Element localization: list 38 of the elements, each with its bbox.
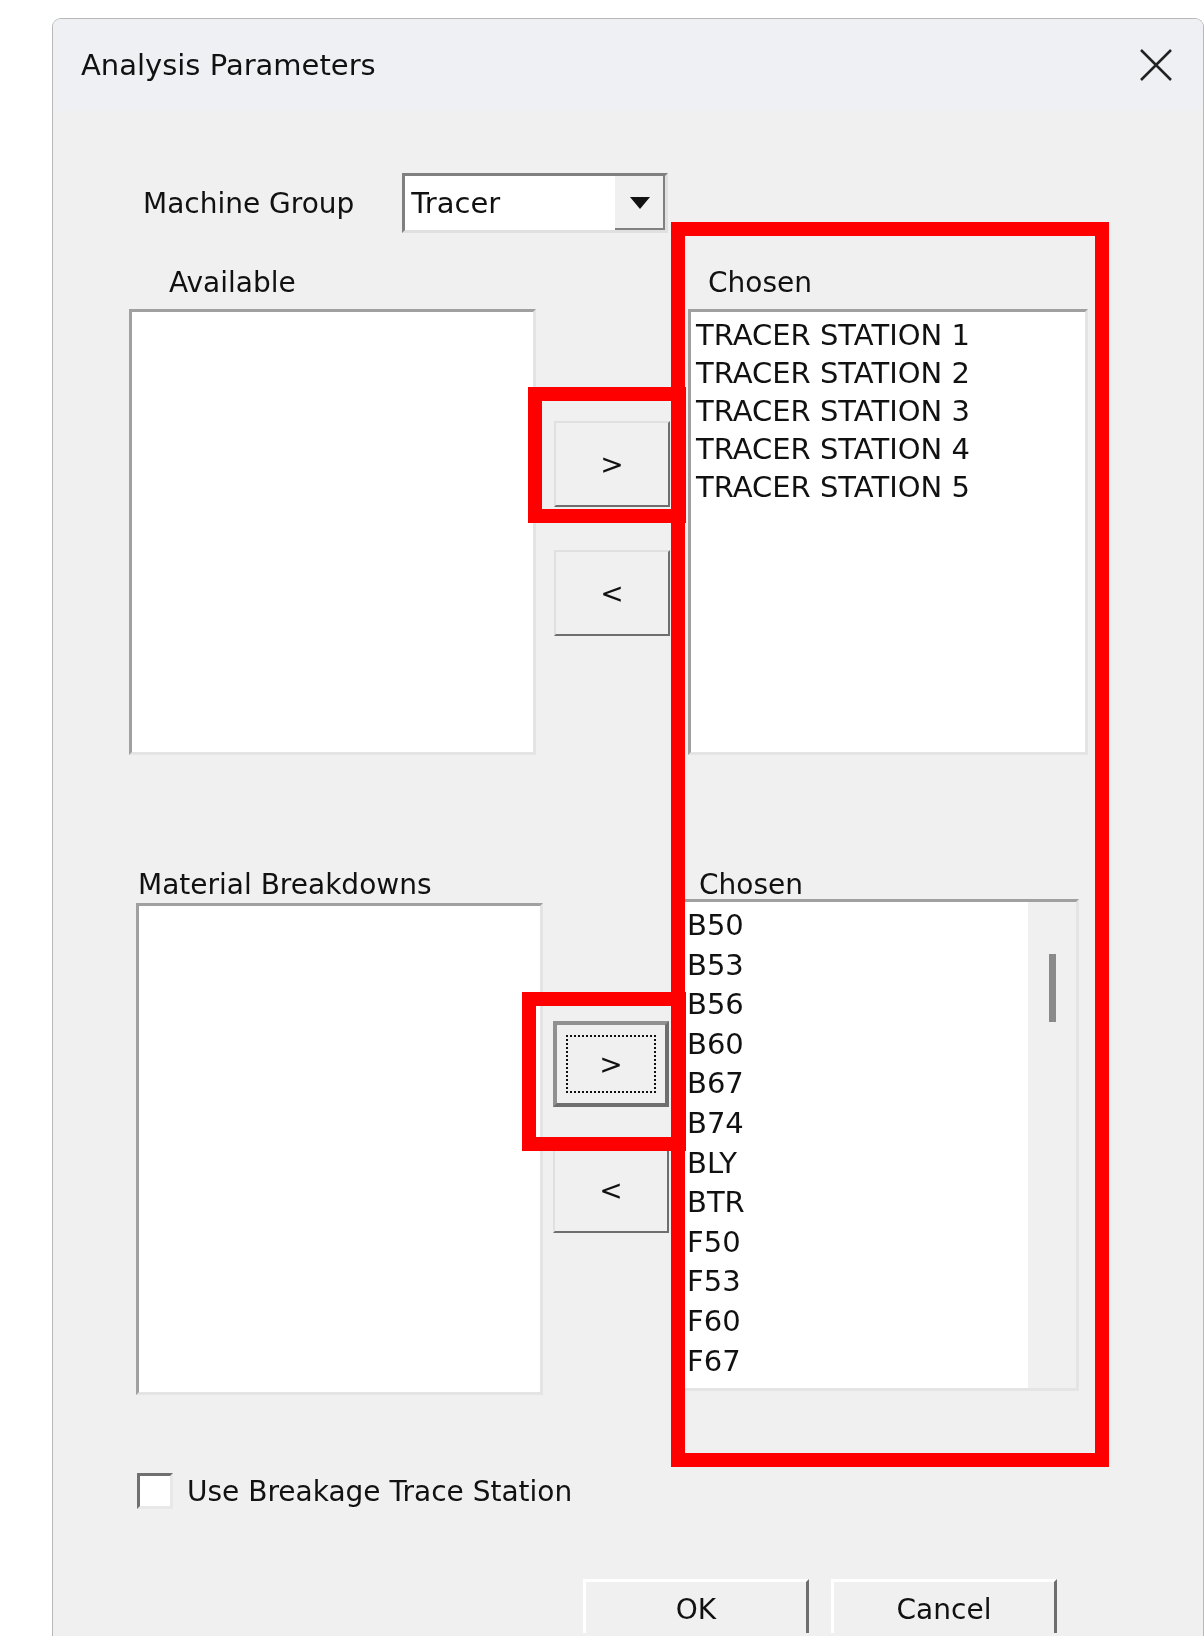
list-item[interactable]: BTR [687,1183,1028,1223]
chosen-list[interactable]: TRACER STATION 1 TRACER STATION 2 TRACER STATION 3 TRACER STATION 4 TRACER STATION 5 [688,309,1088,755]
list-item[interactable]: BLY [687,1143,1028,1184]
list-item[interactable]: B50 [687,906,1028,946]
list-item[interactable]: TRACER STATION 3 [696,392,1085,430]
available-list[interactable] [129,309,536,755]
list-item[interactable]: B53 [687,945,1028,986]
dropdown-arrow-icon[interactable] [630,197,651,209]
list-item[interactable]: F53 [687,1262,1028,1302]
list-item[interactable]: TRACER STATION 4 [696,430,1085,468]
list-item[interactable]: B60 [687,1024,1028,1065]
list-label: Chosen [699,867,803,901]
available-list[interactable] [136,903,543,1395]
list-item[interactable]: B67 [687,1064,1028,1104]
window-title: Analysis Parameters [81,48,376,82]
list-item[interactable]: TRACER STATION 2 [696,354,1085,392]
list-item[interactable]: B74 [687,1103,1028,1144]
scrollbar-thumb[interactable] [1049,954,1056,1022]
list-item[interactable]: F50 [687,1222,1028,1263]
cancel-button[interactable]: Cancel [831,1579,1057,1633]
list-item[interactable]: B56 [687,985,1028,1025]
list-label: Chosen [708,265,812,299]
list-item[interactable]: TRACER STATION 1 [696,316,1085,354]
list-label: Available [169,265,296,299]
scrollbar[interactable] [1028,902,1076,1388]
machine-group-dropdown[interactable]: Tracer [402,173,669,233]
machine-group-label: Machine Group [143,186,355,220]
list-item[interactable]: F60 [687,1301,1028,1342]
close-icon[interactable] [1139,48,1173,82]
list-item[interactable]: F67 [687,1341,1028,1382]
transfer-button[interactable]: > [553,1021,669,1107]
checkbox[interactable] [137,1473,173,1509]
transfer-button[interactable]: > [554,421,670,507]
transfer-button[interactable]: < [554,550,670,636]
checkbox-label[interactable]: Use Breakage Trace Station [187,1474,573,1508]
ok-button[interactable]: OK [583,1579,809,1633]
list-item[interactable]: TRACER STATION 5 [696,468,1085,506]
list-label: Material Breakdowns [138,867,432,901]
